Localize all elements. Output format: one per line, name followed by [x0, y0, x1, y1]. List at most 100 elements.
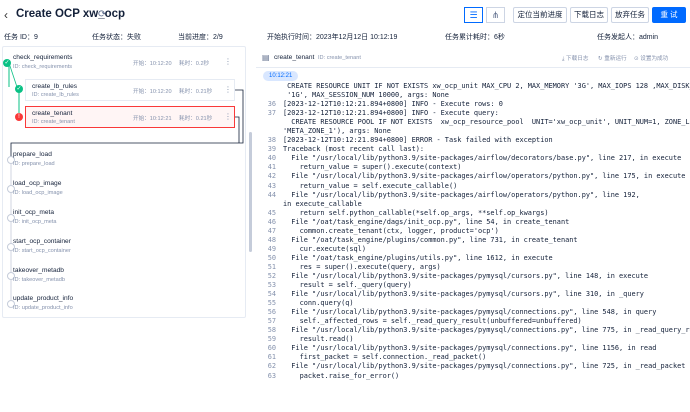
log-line-text: [2023-12-12T10:12:21.894+0800] INFO - Ex…: [283, 100, 503, 109]
log-line-number: 54: [267, 290, 276, 299]
abort-task-button[interactable]: 放弃任务: [611, 7, 649, 23]
task-name: init_ocp_meta: [13, 209, 55, 216]
log-line: 37 [2023-12-12T10:12:21.894+0800] INFO - …: [256, 109, 686, 118]
log-line-number: 56: [267, 308, 276, 317]
log-line-text: File "/usr/local/lib/python3.9/site-pack…: [283, 290, 644, 299]
log-line-number: 36: [267, 100, 276, 109]
log-task-id: ID: create_tenant: [318, 55, 361, 61]
log-line-text: 'META_ZONE_1'), args: None: [283, 127, 391, 136]
panel-scrollbar[interactable]: [249, 132, 252, 252]
task-item[interactable]: create_lb_rules ID: create_lb_rules 开始：1…: [25, 79, 235, 101]
error-icon: !: [15, 113, 23, 121]
task-item[interactable]: load_ocp_image ID: load_ocp_image: [3, 175, 245, 201]
log-line-number: 44: [267, 190, 276, 199]
log-line: 52 File "/usr/local/lib/python3.9/site-p…: [256, 272, 686, 281]
task-id: 任务 ID：9: [4, 34, 38, 41]
log-line-number: 49: [267, 244, 276, 253]
locate-progress-button[interactable]: 定位当前进度: [513, 7, 567, 23]
task-id-label: ID: check_requirements: [13, 64, 73, 70]
task-name: start_ocp_container: [13, 238, 71, 245]
log-line: 56 File "/usr/local/lib/python3.9/site-p…: [256, 308, 686, 317]
list-view-icon[interactable]: ☰: [464, 7, 483, 23]
task-item[interactable]: takeover_metadb ID: takeover_metadb: [3, 262, 245, 288]
log-line: 61 first_packet = self.connection._read_…: [256, 353, 686, 362]
log-line-text: '1G', MAX_SESSION_NUM 10000, args: None: [283, 91, 449, 100]
time-tag: 10:12:21: [263, 71, 299, 81]
log-line-number: 60: [267, 344, 276, 353]
log-line-text: CREATE RESOURCE POOL IF NOT EXISTS xw_oc…: [283, 118, 690, 127]
page-header: ‹ Create OCP xw_ocp ⟳ ☰ ⋔ 定位当前进度 下载日志 放弃…: [0, 0, 690, 28]
log-line-number: 41: [267, 163, 276, 172]
more-icon[interactable]: ⋮: [224, 57, 232, 66]
log-line: '1G', MAX_SESSION_NUM 10000, args: None: [256, 91, 686, 100]
log-line-number: 38: [267, 136, 276, 145]
log-line-text: File "/usr/local/lib/python3.9/site-pack…: [283, 308, 657, 317]
log-line: 53 result = self._query(query): [256, 281, 686, 290]
task-name: load_ocp_image: [13, 180, 62, 187]
task-item[interactable]: prepare_load ID: prepare_load: [3, 146, 245, 172]
log-line-number: 40: [267, 154, 276, 163]
log-line: 54 File "/usr/local/lib/python3.9/site-p…: [256, 290, 686, 299]
log-line: 46 File "/oat/task_engine/dags/init_ocp.…: [256, 218, 686, 227]
log-mark-success-button[interactable]: ⊙ 设置为成功: [634, 54, 668, 62]
task-status: 任务状态：失败: [92, 34, 141, 41]
success-icon: ✓: [3, 59, 11, 67]
log-line-number: 59: [267, 335, 276, 344]
task-name: takeover_metadb: [13, 267, 64, 274]
log-line: 41 return_value = super().execute(contex…: [256, 163, 686, 172]
task-cost: 耗时：0.21秒: [179, 116, 213, 122]
log-line: 55 conn.query(q): [256, 299, 686, 308]
chevron-left-icon[interactable]: ‹: [4, 8, 8, 22]
log-line-text: result = self._query(query): [283, 281, 412, 290]
task-item[interactable]: init_ocp_meta ID: init_ocp_meta: [3, 204, 245, 230]
log-line: 62 File "/usr/local/lib/python3.9/site-p…: [256, 362, 686, 371]
task-cost: 耗时：0.21秒: [179, 89, 213, 95]
log-content: CREATE RESOURCE UNIT IF NOT EXISTS xw_oc…: [256, 82, 690, 412]
task-id-label: ID: prepare_load: [13, 161, 55, 167]
task-name: check_requirements: [13, 54, 73, 61]
log-line: in execute_callable: [256, 200, 686, 209]
log-line-number: 48: [267, 235, 276, 244]
log-line: 58 File "/usr/local/lib/python3.9/site-p…: [256, 326, 690, 335]
download-log-button[interactable]: 下载日志: [570, 7, 608, 23]
log-line-text: File "/usr/local/lib/python3.9/site-pack…: [283, 190, 640, 199]
task-item[interactable]: update_product_info ID: update_product_i…: [3, 290, 245, 316]
log-rerun-button[interactable]: ↻ 重新运行: [598, 54, 627, 62]
log-line-text: [2023-12-12T10:12:21.894+0800] INFO - Ex…: [283, 109, 499, 118]
log-line-number: 43: [267, 181, 276, 190]
log-line: 63 packet.raise_for_error(): [256, 372, 686, 381]
log-line: 40 File "/usr/local/lib/python3.9/site-p…: [256, 154, 686, 163]
tree-view-icon[interactable]: ⋔: [486, 7, 505, 23]
task-name: create_tenant: [32, 110, 73, 117]
task-item-failed[interactable]: create_tenant ID: create_tenant 开始：10:12…: [25, 106, 235, 128]
log-line-text: File "/oat/task_engine/dags/init_ocp.py"…: [283, 217, 570, 226]
task-cost: 耗时：0.2秒: [179, 61, 210, 67]
log-line: 45 return self.python_callable(*self.op_…: [256, 209, 686, 218]
more-icon[interactable]: ⋮: [224, 85, 232, 94]
tab-icon: ▤: [262, 53, 270, 62]
log-line-text: [2023-12-12T10:12:21.894+0800] ERROR - T…: [283, 136, 553, 145]
log-tab-bar: ▤ create_tenant ID: create_tenant ⤓ 下载日志…: [256, 46, 690, 68]
retry-button[interactable]: 重 试: [652, 7, 686, 23]
log-line-text: File "/usr/local/lib/python3.9/site-pack…: [283, 326, 690, 335]
task-id-label: ID: start_ocp_container: [13, 248, 71, 254]
log-line-text: return_value = super().execute(context): [283, 163, 462, 172]
log-download-button[interactable]: ⤓ 下载日志: [562, 54, 588, 63]
log-line-text: CREATE RESOURCE UNIT IF NOT EXISTS xw_oc…: [283, 82, 690, 90]
log-line-text: return self.python_callable(*self.op_arg…: [283, 208, 549, 217]
task-name: prepare_load: [13, 151, 52, 158]
task-id-label: ID: load_ocp_image: [13, 190, 63, 196]
log-mark-success-label: 设置为成功: [640, 56, 669, 62]
log-line-number: 46: [267, 217, 276, 226]
log-line-number: 58: [267, 326, 276, 335]
task-item[interactable]: ✓ check_requirements ID: check_requireme…: [3, 49, 245, 75]
refresh-icon[interactable]: ⟳: [98, 9, 106, 20]
task-id-label: ID: init_ocp_meta: [13, 219, 57, 225]
task-item[interactable]: start_ocp_container ID: start_ocp_contai…: [3, 233, 245, 259]
log-line: 50 File "/oat/task_engine/plugins/utils.…: [256, 254, 686, 263]
log-line-number: 63: [267, 371, 276, 380]
more-icon[interactable]: ⋮: [224, 112, 232, 121]
log-line-number: 39: [267, 145, 276, 154]
task-initiator: 任务发起人：admin: [597, 34, 659, 41]
log-line: 57 self._affected_rows = self._read_quer…: [256, 317, 686, 326]
